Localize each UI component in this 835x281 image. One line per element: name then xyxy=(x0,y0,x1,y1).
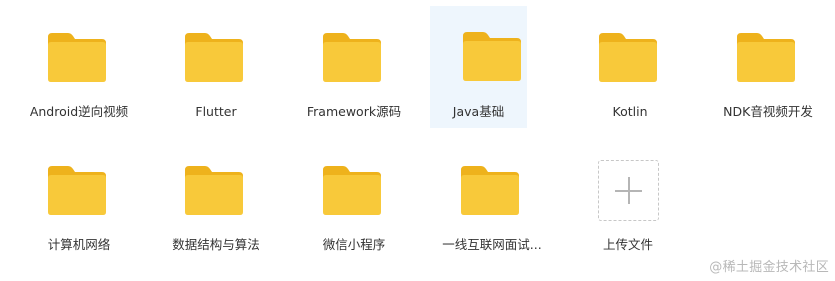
watermark: @稀土掘金技术社区 xyxy=(709,260,829,275)
folder-tile-kotlin[interactable]: Kotlin xyxy=(580,9,680,131)
folder-icon xyxy=(461,30,523,83)
file-grid: Android逆向视频 Flutter Framework源码 Java基础 K… xyxy=(0,0,835,281)
folder-tile-interview[interactable]: 一线互联网面试... xyxy=(442,142,542,264)
folder-label: 微信小程序 xyxy=(322,237,386,252)
upload-button[interactable] xyxy=(598,160,659,221)
folder-label: Java基础 xyxy=(452,104,505,119)
folder-tile-miniprogram[interactable]: 微信小程序 xyxy=(304,142,404,264)
folder-tile-algorithms[interactable]: 数据结构与算法 xyxy=(166,142,266,264)
folder-label: Android逆向视频 xyxy=(29,104,129,119)
folder-tile-framework[interactable]: Framework源码 xyxy=(304,9,404,131)
folder-icon xyxy=(46,31,108,84)
folder-icon xyxy=(46,164,108,217)
folder-label: Kotlin xyxy=(612,104,648,119)
folder-icon xyxy=(321,164,383,217)
folder-tile-flutter[interactable]: Flutter xyxy=(166,9,266,131)
folder-icon xyxy=(597,31,659,84)
folder-label: 数据结构与算法 xyxy=(172,237,260,252)
folder-icon xyxy=(183,164,245,217)
folder-label: NDK音视频开发 xyxy=(723,104,813,119)
plus-icon-vertical xyxy=(628,177,630,204)
folder-tile-java[interactable]: Java基础 xyxy=(430,6,527,128)
folder-label: 计算机网络 xyxy=(47,237,111,252)
folder-tile-ndk[interactable]: NDK音视频开发 xyxy=(718,9,818,131)
folder-icon xyxy=(735,31,797,84)
folder-icon xyxy=(321,31,383,84)
upload-label: 上传文件 xyxy=(602,237,653,252)
folder-tile-android[interactable]: Android逆向视频 xyxy=(29,9,129,131)
folder-label: Flutter xyxy=(195,104,237,119)
upload-tile[interactable]: 上传文件 xyxy=(578,139,678,261)
folder-label: 一线互联网面试... xyxy=(442,237,542,252)
folder-label: Framework源码 xyxy=(306,104,402,119)
folder-icon xyxy=(183,31,245,84)
folder-icon xyxy=(459,164,521,217)
folder-tile-network[interactable]: 计算机网络 xyxy=(29,142,129,264)
